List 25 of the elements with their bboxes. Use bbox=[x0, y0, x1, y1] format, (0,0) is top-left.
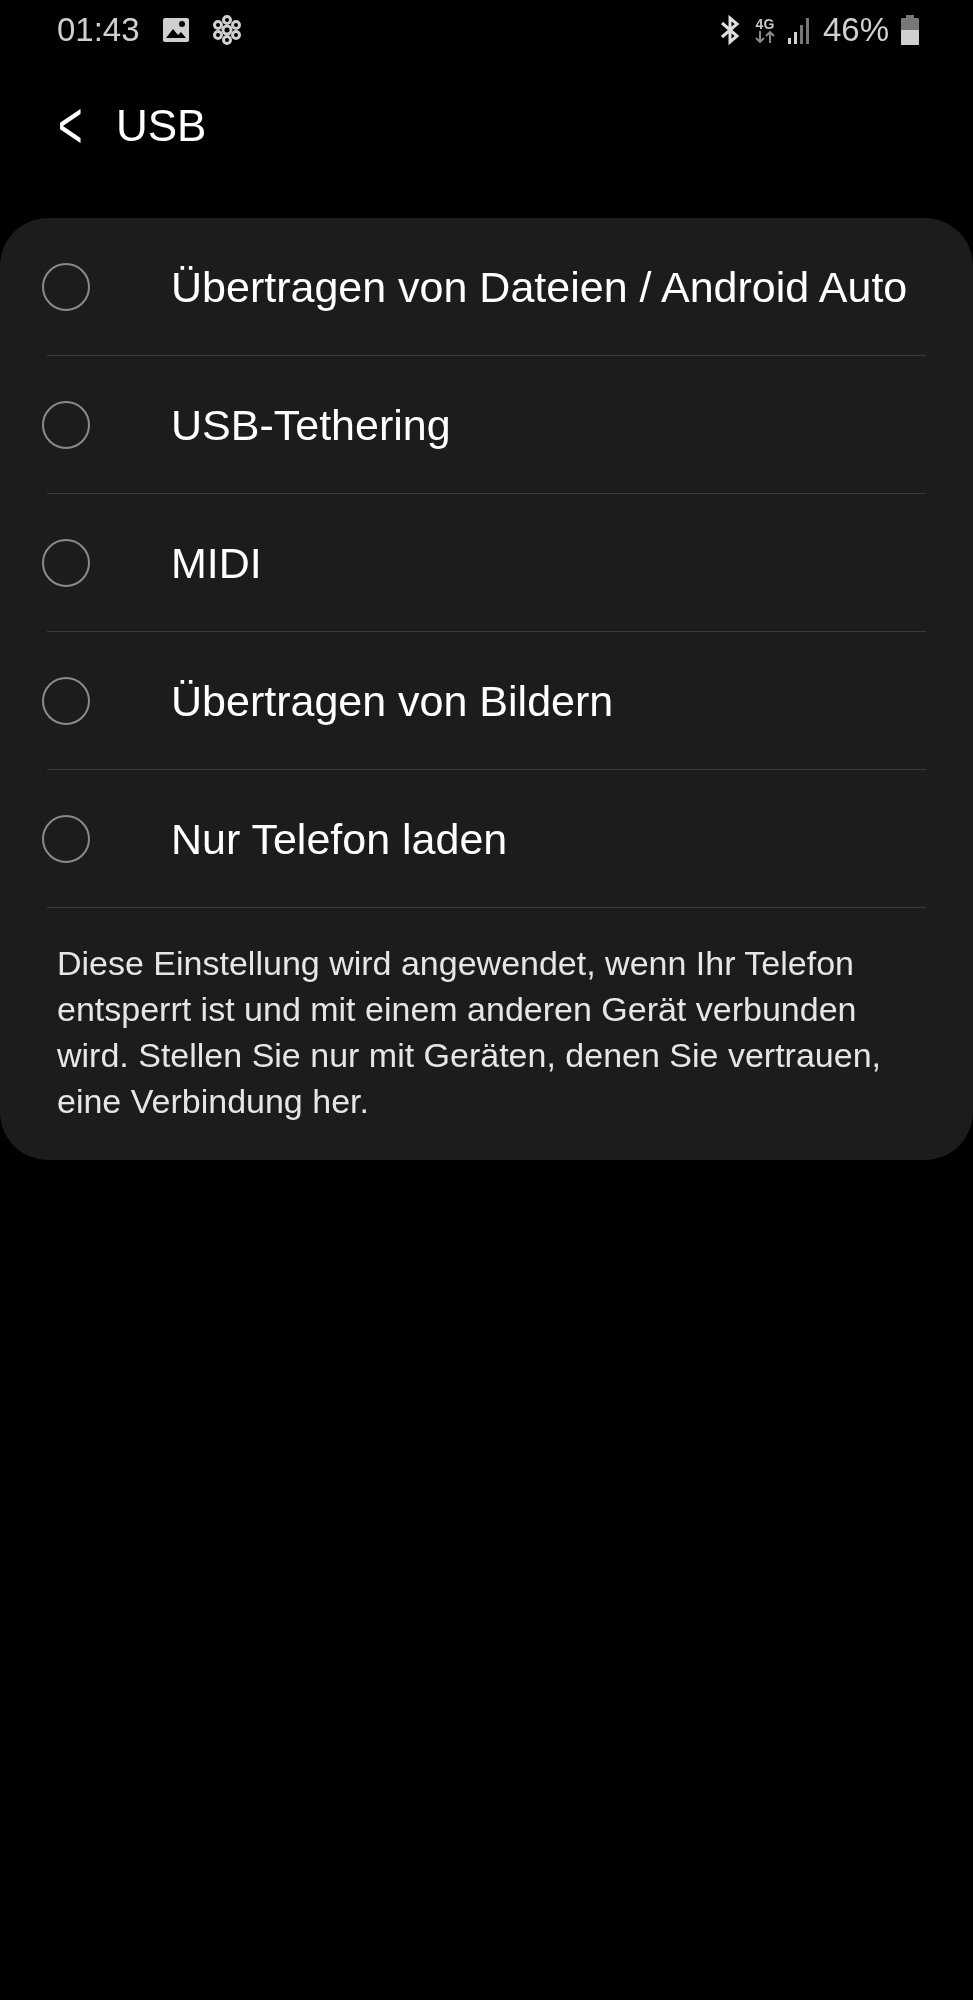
option-label: USB-Tethering bbox=[171, 399, 451, 451]
option-label: Übertragen von Bildern bbox=[171, 675, 614, 727]
usb-option[interactable]: Nur Telefon laden bbox=[47, 770, 926, 908]
battery-percent: 46% bbox=[822, 10, 889, 51]
radio-button[interactable] bbox=[42, 400, 90, 449]
radio-button[interactable] bbox=[42, 676, 90, 725]
radio-button[interactable] bbox=[42, 262, 90, 311]
nodes-icon bbox=[211, 15, 242, 45]
data-arrows-icon bbox=[754, 31, 775, 43]
option-label: Nur Telefon laden bbox=[171, 813, 508, 865]
usb-option[interactable]: USB-Tethering bbox=[47, 356, 926, 494]
usb-option[interactable]: MIDI bbox=[47, 494, 926, 632]
signal-icon bbox=[786, 16, 811, 44]
description-text: Diese Einstellung wird angewendet, wenn Ihr Telefon entsperrt ist und mit einem anderen Gerät verbunden wird. Stellen Sie nur mit Geräten, denen Sie vertrauen, eine Verbindung her. bbox=[56, 943, 882, 1122]
battery-icon bbox=[901, 15, 919, 45]
network-type: 4G bbox=[755, 17, 775, 31]
option-label: MIDI bbox=[171, 537, 262, 589]
page-title: USB bbox=[116, 100, 207, 152]
radio-button[interactable] bbox=[42, 538, 90, 587]
radio-button[interactable] bbox=[42, 814, 90, 863]
clock: 01:43 bbox=[57, 10, 140, 51]
option-label: Übertragen von Dateien / Android Auto bbox=[171, 261, 908, 313]
image-icon bbox=[161, 17, 190, 43]
usb-option[interactable]: Übertragen von Bildern bbox=[47, 632, 926, 770]
usb-option[interactable]: Übertragen von Dateien / Android Auto bbox=[47, 218, 926, 356]
